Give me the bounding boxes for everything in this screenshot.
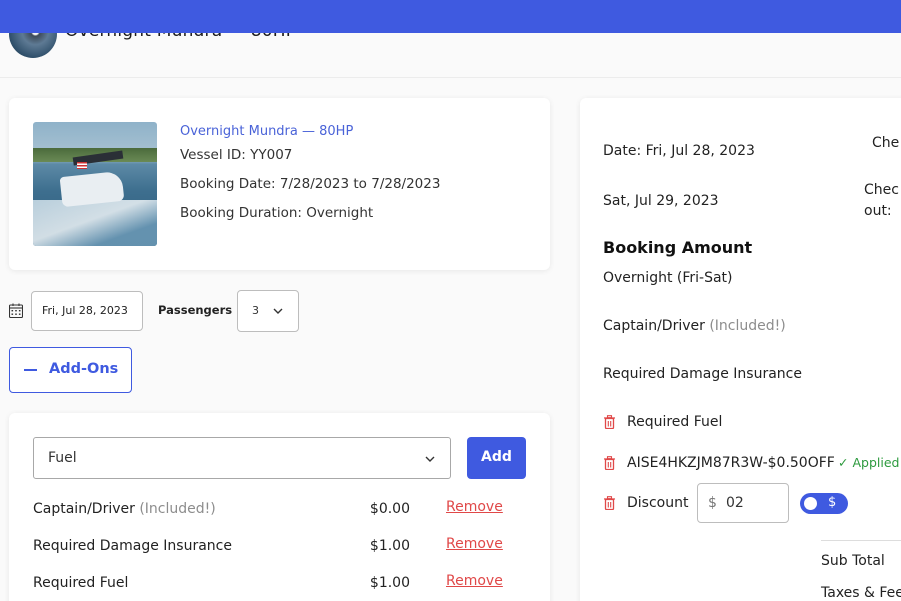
calendar-icon[interactable] (9, 303, 23, 318)
vessel-card: Overnight Mundra — 80HP Vessel ID: YY007… (9, 98, 550, 270)
passengers-value: 3 (252, 304, 259, 317)
passengers-label: Passengers (158, 303, 233, 317)
addons-label: Add-Ons (49, 361, 119, 377)
addon-name: Required Fuel (33, 575, 129, 591)
summary-insurance: Required Damage Insurance (603, 366, 802, 382)
discount-label: Discount (627, 495, 689, 511)
addon-select[interactable]: Fuel (33, 437, 451, 479)
addon-price: $0.00 (369, 501, 410, 517)
trash-icon[interactable] (603, 496, 616, 510)
taxes-label: Taxes & Fee (821, 585, 901, 601)
vessel-photo (33, 122, 157, 246)
remove-addon-link[interactable]: Remove (446, 536, 503, 552)
checkout-label: Chec (864, 182, 899, 198)
discount-value: 02 (726, 495, 744, 511)
discount-type-toggle[interactable]: $ (800, 493, 848, 514)
totals-divider (821, 540, 901, 541)
addons-toggle-button[interactable]: Add-Ons (9, 347, 132, 393)
vessel-id: Vessel ID: YY007 (180, 147, 293, 163)
trash-icon[interactable] (603, 456, 616, 470)
booking-duration: Booking Duration: Overnight (180, 205, 374, 221)
addon-price: $1.00 (369, 538, 410, 554)
toggle-knob (804, 497, 817, 510)
discount-input[interactable]: $ 02 (697, 483, 789, 523)
check-icon: ✓ (838, 455, 849, 470)
addon-name: Captain/Driver (Included!) (33, 501, 216, 517)
booking-summary-card: Date: Fri, Jul 28, 2023 Che Sat, Jul 29,… (580, 98, 901, 601)
vessel-name-link[interactable]: Overnight Mundra — 80HP (180, 124, 353, 139)
addon-name: Required Damage Insurance (33, 538, 232, 554)
summary-date-2: Sat, Jul 29, 2023 (603, 193, 719, 209)
addon-row: Captain/Driver (Included!) $0.00 Remove (33, 499, 528, 521)
coupon-code: AISE4HKZJM87R3W-$0.50OFF (627, 455, 835, 471)
addon-price: $1.00 (369, 575, 410, 591)
addon-row: Required Damage Insurance $1.00 Remove (33, 536, 528, 558)
summary-overnight: Overnight (Fri-Sat) (603, 270, 733, 286)
passengers-select[interactable]: 3 (237, 290, 299, 332)
booking-amount-heading: Booking Amount (603, 238, 753, 257)
remove-addon-link[interactable]: Remove (446, 499, 503, 515)
checkout-label-2: out: (864, 203, 892, 219)
checkin-label: Che (872, 135, 900, 151)
addon-row: Required Fuel $1.00 Remove (33, 573, 528, 595)
summary-fuel: Required Fuel (627, 414, 723, 430)
remove-addon-link[interactable]: Remove (446, 573, 503, 589)
booking-date: Booking Date: 7/28/2023 to 7/28/2023 (180, 176, 441, 192)
trash-icon[interactable] (603, 415, 616, 429)
minus-icon (24, 369, 37, 371)
chevron-down-icon (425, 456, 435, 462)
coupon-applied-badge: ✓ Applied (838, 455, 900, 470)
addon-select-value: Fuel (48, 450, 77, 466)
addons-card: Fuel Add Captain/Driver (Included!) $0.0… (9, 413, 550, 601)
top-nav-bar (0, 0, 901, 33)
subtotal-label: Sub Total (821, 553, 885, 569)
summary-date: Date: Fri, Jul 28, 2023 (603, 143, 755, 159)
chevron-down-icon (273, 308, 283, 314)
date-picker-input[interactable]: Fri, Jul 28, 2023 (31, 291, 143, 331)
toggle-symbol: $ (828, 495, 837, 510)
add-addon-button[interactable]: Add (467, 437, 526, 479)
summary-captain: Captain/Driver (Included!) (603, 318, 786, 334)
discount-currency: $ (708, 495, 717, 511)
